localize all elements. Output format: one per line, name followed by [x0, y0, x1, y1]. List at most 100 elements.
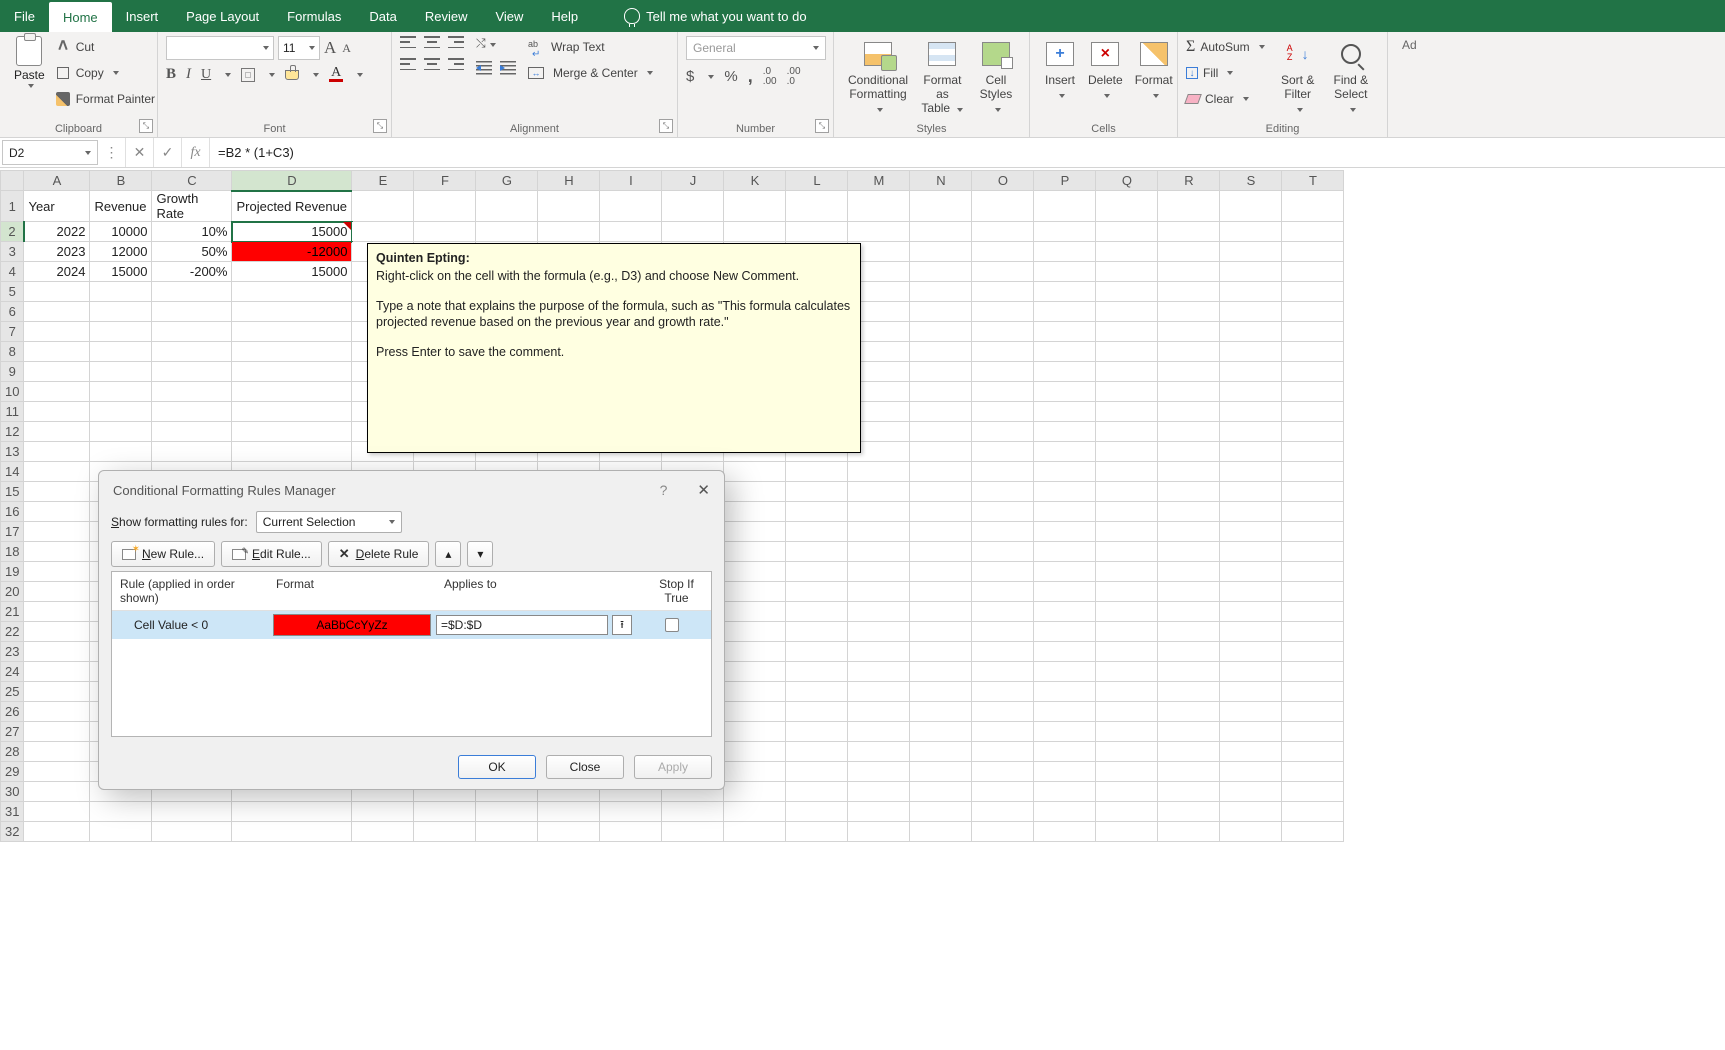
cell-S24[interactable]	[1220, 662, 1282, 682]
cell-A32[interactable]	[24, 822, 90, 842]
column-header-D[interactable]: D	[232, 171, 352, 191]
row-header-25[interactable]: 25	[1, 682, 24, 702]
cell-R12[interactable]	[1158, 422, 1220, 442]
cell-O28[interactable]	[972, 742, 1034, 762]
number-launcher[interactable]: ⤡	[815, 119, 829, 133]
cell-T1[interactable]	[1282, 191, 1344, 222]
cell-B13[interactable]	[90, 442, 152, 462]
cell-M24[interactable]	[848, 662, 910, 682]
cell-B1[interactable]: Revenue	[90, 191, 152, 222]
cell-A11[interactable]	[24, 402, 90, 422]
cell-S16[interactable]	[1220, 502, 1282, 522]
cell-T12[interactable]	[1282, 422, 1344, 442]
cell-Q31[interactable]	[1096, 802, 1158, 822]
cell-L24[interactable]	[786, 662, 848, 682]
cell-B32[interactable]	[90, 822, 152, 842]
cell-Q24[interactable]	[1096, 662, 1158, 682]
underline-button[interactable]: U	[201, 67, 211, 83]
cell-M23[interactable]	[848, 642, 910, 662]
column-header-O[interactable]: O	[972, 171, 1034, 191]
bold-button[interactable]: B	[166, 66, 176, 83]
cell-L25[interactable]	[786, 682, 848, 702]
cell-A14[interactable]	[24, 462, 90, 482]
cell-R26[interactable]	[1158, 702, 1220, 722]
column-header-N[interactable]: N	[910, 171, 972, 191]
cell-P18[interactable]	[1034, 542, 1096, 562]
name-box[interactable]: D2	[2, 140, 98, 165]
shrink-font-button[interactable]: A	[342, 41, 351, 56]
cell-C1[interactable]: Growth Rate	[152, 191, 232, 222]
cell-O10[interactable]	[972, 382, 1034, 402]
cell-S29[interactable]	[1220, 762, 1282, 782]
column-header-J[interactable]: J	[662, 171, 724, 191]
dialog-close-button[interactable]: ✕	[697, 481, 710, 499]
clear-button[interactable]: Clear	[1186, 88, 1265, 110]
cell-O4[interactable]	[972, 262, 1034, 282]
cell-S15[interactable]	[1220, 482, 1282, 502]
cell-N30[interactable]	[910, 782, 972, 802]
cell-T19[interactable]	[1282, 562, 1344, 582]
cell-T32[interactable]	[1282, 822, 1344, 842]
cell-N12[interactable]	[910, 422, 972, 442]
cell-S7[interactable]	[1220, 322, 1282, 342]
align-middle-button[interactable]	[424, 36, 440, 48]
cell-P19[interactable]	[1034, 562, 1096, 582]
cell-S28[interactable]	[1220, 742, 1282, 762]
cell-L28[interactable]	[786, 742, 848, 762]
cell-Q26[interactable]	[1096, 702, 1158, 722]
cell-P9[interactable]	[1034, 362, 1096, 382]
wrap-text-button[interactable]: Wrap Text	[528, 36, 653, 58]
italic-button[interactable]: I	[186, 66, 191, 83]
cell-B11[interactable]	[90, 402, 152, 422]
cell-R15[interactable]	[1158, 482, 1220, 502]
cell-O13[interactable]	[972, 442, 1034, 462]
cell-P26[interactable]	[1034, 702, 1096, 722]
fill-button[interactable]: Fill	[1186, 62, 1265, 84]
cell-A10[interactable]	[24, 382, 90, 402]
cell-A29[interactable]	[24, 762, 90, 782]
column-header-B[interactable]: B	[90, 171, 152, 191]
row-header-18[interactable]: 18	[1, 542, 24, 562]
orientation-button[interactable]: ⤭	[476, 36, 516, 51]
cell-J31[interactable]	[662, 802, 724, 822]
cell-O2[interactable]	[972, 222, 1034, 242]
row-header-10[interactable]: 10	[1, 382, 24, 402]
cell-R22[interactable]	[1158, 622, 1220, 642]
cell-Q18[interactable]	[1096, 542, 1158, 562]
tab-data[interactable]: Data	[355, 0, 410, 32]
cell-Q2[interactable]	[1096, 222, 1158, 242]
cell-M31[interactable]	[848, 802, 910, 822]
align-center-button[interactable]	[424, 58, 440, 70]
cell-D6[interactable]	[232, 302, 352, 322]
cell-Q9[interactable]	[1096, 362, 1158, 382]
column-header-P[interactable]: P	[1034, 171, 1096, 191]
cell-N32[interactable]	[910, 822, 972, 842]
cell-S26[interactable]	[1220, 702, 1282, 722]
cell-B10[interactable]	[90, 382, 152, 402]
cell-A3[interactable]: 2023	[24, 242, 90, 262]
rule-row[interactable]: Cell Value < 0 AaBbCcYyZz =$D:$D ⭱	[112, 611, 711, 639]
column-header-E[interactable]: E	[352, 171, 414, 191]
cell-O30[interactable]	[972, 782, 1034, 802]
cell-N19[interactable]	[910, 562, 972, 582]
cell-A22[interactable]	[24, 622, 90, 642]
cell-Q25[interactable]	[1096, 682, 1158, 702]
cell-N11[interactable]	[910, 402, 972, 422]
cell-A2[interactable]: 2022	[24, 222, 90, 242]
cell-F2[interactable]	[414, 222, 476, 242]
cell-M26[interactable]	[848, 702, 910, 722]
row-header-8[interactable]: 8	[1, 342, 24, 362]
cell-D1[interactable]: Projected Revenue	[232, 191, 352, 222]
cell-Q14[interactable]	[1096, 462, 1158, 482]
row-header-13[interactable]: 13	[1, 442, 24, 462]
cell-P12[interactable]	[1034, 422, 1096, 442]
cell-N13[interactable]	[910, 442, 972, 462]
cell-A27[interactable]	[24, 722, 90, 742]
cell-T11[interactable]	[1282, 402, 1344, 422]
cell-M20[interactable]	[848, 582, 910, 602]
tab-file[interactable]: File	[0, 0, 49, 32]
cell-A30[interactable]	[24, 782, 90, 802]
cell-P10[interactable]	[1034, 382, 1096, 402]
new-rule-button[interactable]: New Rule...	[111, 541, 215, 567]
cell-S8[interactable]	[1220, 342, 1282, 362]
